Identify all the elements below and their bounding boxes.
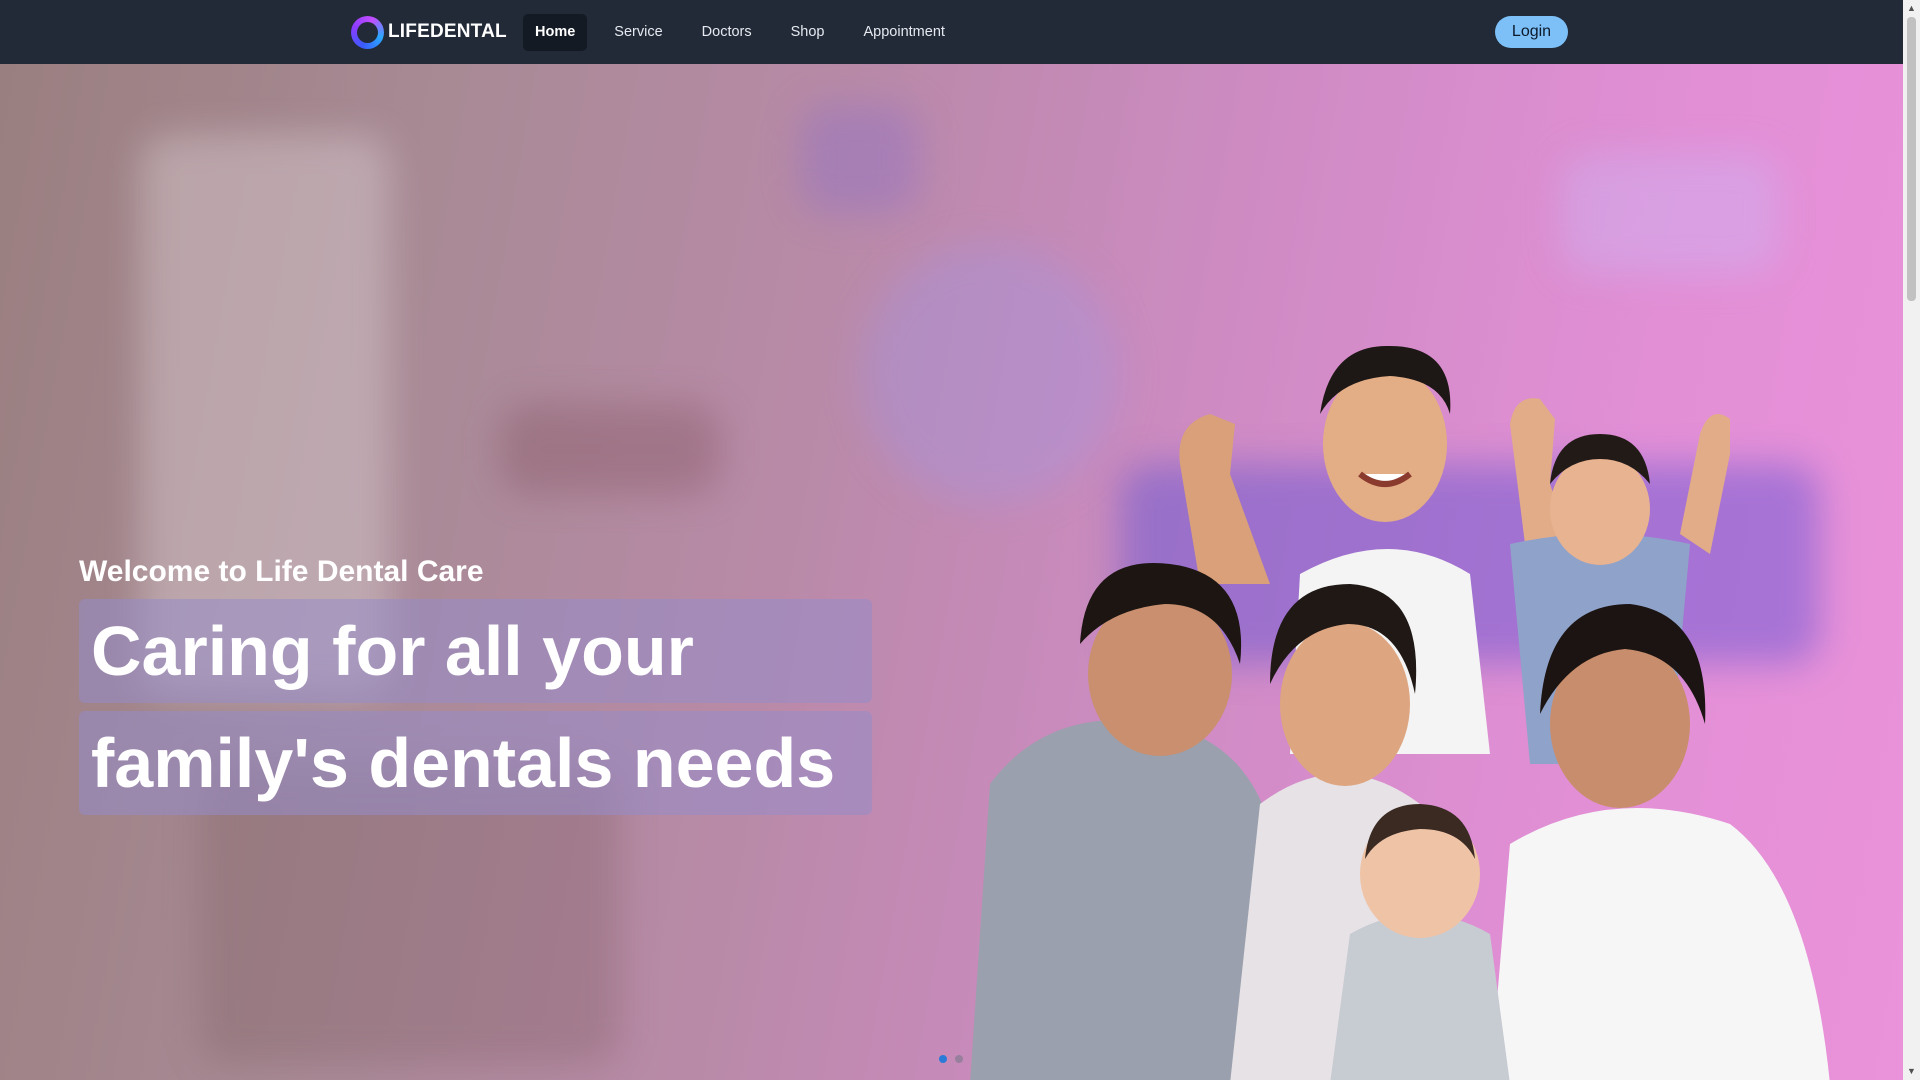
nav-doctors[interactable]: Doctors xyxy=(690,14,764,51)
hero-carousel: Welcome to Life Dental Care Caring for a… xyxy=(0,64,1903,1080)
headline-line-2: family's dentals needs xyxy=(79,711,872,815)
main-nav: Home Service Doctors Shop Appointment xyxy=(523,14,972,51)
logo-ring-icon xyxy=(351,15,384,49)
nav-service[interactable]: Service xyxy=(602,14,674,51)
carousel-dot-1[interactable] xyxy=(939,1055,947,1063)
background-blur xyxy=(500,404,720,494)
carousel-indicators xyxy=(939,1055,971,1063)
headline-line-1: Caring for all your xyxy=(79,599,872,703)
scroll-thumb[interactable] xyxy=(1907,17,1916,301)
top-navbar: LIFEDENTAL Home Service Doctors Shop App… xyxy=(0,0,1903,64)
nav-appointment[interactable]: Appointment xyxy=(852,14,957,51)
welcome-heading: Welcome to Life Dental Care xyxy=(79,555,484,588)
background-blur xyxy=(1560,154,1780,274)
page-scrollbar[interactable]: ▲ ▼ xyxy=(1903,0,1920,1080)
family-member-grandmother-left xyxy=(970,563,1280,1080)
brand-logo[interactable]: LIFEDENTAL xyxy=(351,14,507,50)
brand-name: LIFEDENTAL xyxy=(388,21,507,42)
nav-home[interactable]: Home xyxy=(523,14,588,51)
scroll-down-arrow-icon[interactable]: ▼ xyxy=(1903,1063,1920,1080)
scroll-up-arrow-icon[interactable]: ▲ xyxy=(1903,0,1920,17)
nav-shop[interactable]: Shop xyxy=(779,14,837,51)
login-button[interactable]: Login xyxy=(1495,16,1568,48)
family-photo xyxy=(970,345,1830,1080)
carousel-dot-2[interactable] xyxy=(955,1055,963,1063)
background-blur xyxy=(800,104,920,214)
